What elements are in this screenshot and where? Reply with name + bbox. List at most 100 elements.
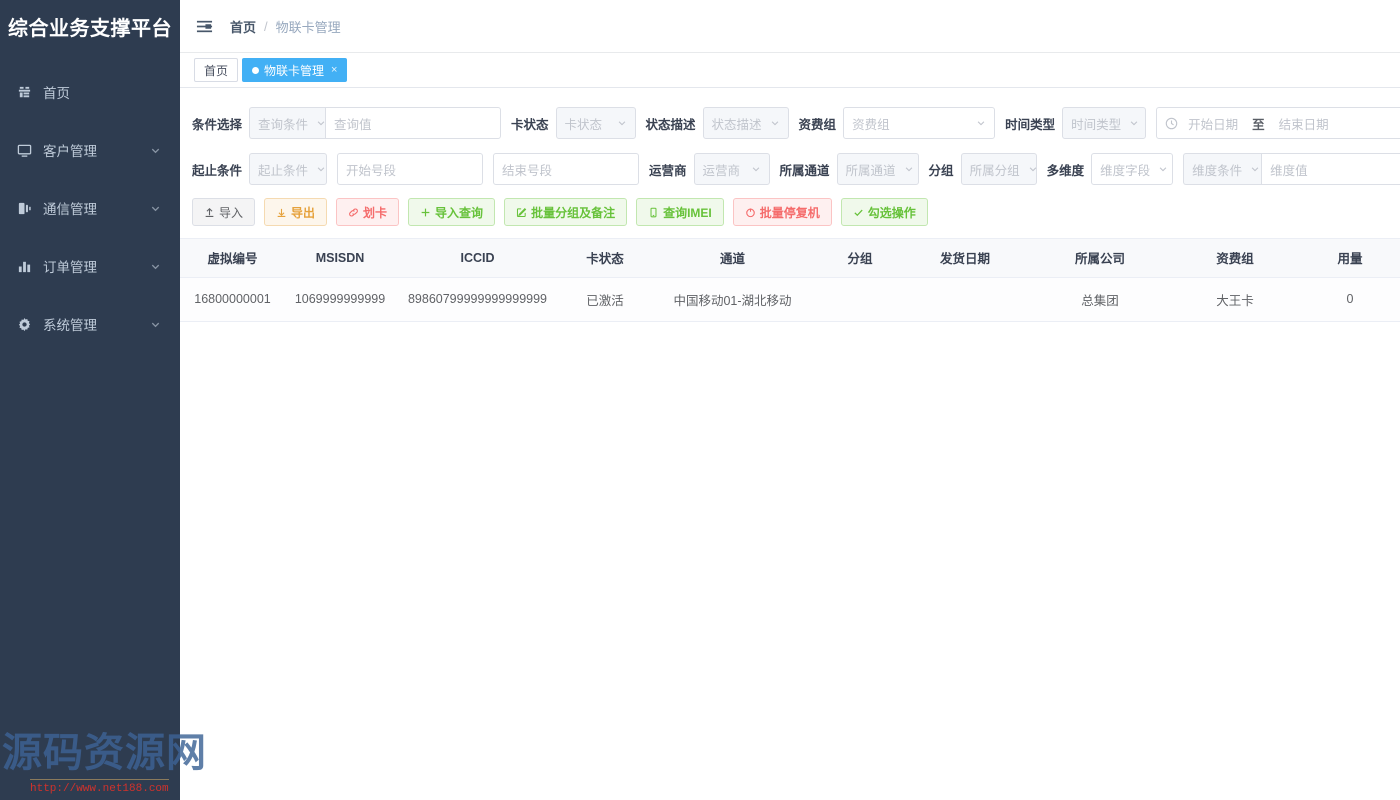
button-label: 导入查询 xyxy=(435,205,484,220)
iot-card-table: 虚拟编号 MSISDN ICCID 卡状态 通道 分组 发货日期 所属公司 资费… xyxy=(180,239,1400,322)
select-dimension-condition[interactable]: 维度条件 xyxy=(1183,153,1262,185)
date-start-placeholder: 开始日期 xyxy=(1188,117,1239,132)
export-button[interactable]: 导出 xyxy=(264,198,328,226)
label-condition-select: 条件选择 xyxy=(192,117,243,132)
select-value: 状态描述 xyxy=(711,117,762,132)
select-value: 所属通道 xyxy=(845,163,896,178)
select-value: 查询条件 xyxy=(258,117,309,132)
chevron-down-icon[interactable] xyxy=(148,143,162,157)
app-root: 综合业务支撑平台 首页 客户管理 通信管理 订单管理 系统管理 源码资源网 ht… xyxy=(0,0,1400,800)
import-button[interactable]: 导入 xyxy=(192,198,256,226)
query-imei-button[interactable]: 查询IMEI xyxy=(636,198,724,226)
sidebar-item-home[interactable]: 首页 xyxy=(0,63,180,121)
select-time-type[interactable]: 时间类型 xyxy=(1062,107,1147,139)
select-value: 起止条件 xyxy=(258,163,309,178)
hamburger-icon[interactable] xyxy=(194,16,214,36)
tab-bar: 首页 物联卡管理 × xyxy=(180,53,1400,88)
table-body: 16800000001 1069999999999 89860799999999… xyxy=(180,277,1400,322)
sidebar-item-label: 客户管理 xyxy=(43,144,97,159)
chevron-down-icon xyxy=(904,164,914,174)
select-value: 时间类型 xyxy=(1071,117,1122,132)
cell-card-status: 已激活 xyxy=(560,277,650,322)
button-label: 批量停复机 xyxy=(759,205,820,220)
button-label: 查询IMEI xyxy=(663,205,712,220)
checked-operation-button[interactable]: 勾选操作 xyxy=(840,198,928,226)
cell-msisdn: 1069999999999 xyxy=(285,277,395,322)
chevron-down-icon[interactable] xyxy=(148,259,162,273)
button-label: 导出 xyxy=(291,205,316,220)
select-group[interactable]: 所属分组 xyxy=(960,153,1037,185)
select-card-status[interactable]: 卡状态 xyxy=(555,107,636,139)
select-value: 卡状态 xyxy=(564,117,603,132)
tab-iot-card-management[interactable]: 物联卡管理 × xyxy=(242,58,348,82)
sidebar-item-customer[interactable]: 客户管理 xyxy=(0,121,180,179)
clock-icon xyxy=(1165,117,1178,130)
select-value: 维度条件 xyxy=(1192,163,1243,178)
filter-panel: 条件选择 查询条件 查询值 卡状态 卡状态 状态描述 状态描述 资费组 资费组 … xyxy=(180,88,1400,238)
select-value: 资费组 xyxy=(852,117,890,132)
batch-suspend-resume-button[interactable]: 批量停复机 xyxy=(732,198,832,226)
label-card-status: 卡状态 xyxy=(511,117,549,132)
input-start-segment[interactable]: 开始号段 xyxy=(337,153,484,185)
column-header-channel: 通道 xyxy=(650,239,815,278)
input-dimension-value[interactable]: 维度值 xyxy=(1261,153,1400,185)
table-head: 虚拟编号 MSISDN ICCID 卡状态 通道 分组 发货日期 所属公司 资费… xyxy=(180,239,1400,278)
sidebar-item-system[interactable]: 系统管理 xyxy=(0,295,180,353)
chevron-down-icon xyxy=(751,164,761,174)
breadcrumb-home[interactable]: 首页 xyxy=(230,17,256,36)
label-time-type: 时间类型 xyxy=(1005,117,1056,132)
assign-card-button[interactable]: 划卡 xyxy=(336,198,400,226)
select-query-condition[interactable]: 查询条件 xyxy=(249,107,326,139)
plus-icon xyxy=(420,207,431,218)
link-icon xyxy=(348,207,359,218)
close-icon[interactable]: × xyxy=(331,64,337,76)
chart-bar-icon xyxy=(14,256,34,276)
edit-icon xyxy=(516,207,527,218)
cell-company: 总集团 xyxy=(1025,277,1175,322)
label-status-description: 状态描述 xyxy=(645,117,696,132)
tab-label: 首页 xyxy=(204,63,229,78)
select-channel[interactable]: 所属通道 xyxy=(836,153,919,185)
chevron-down-icon[interactable] xyxy=(148,317,162,331)
chevron-down-icon xyxy=(1250,164,1260,174)
breadcrumb-separator: / xyxy=(264,18,268,34)
input-query-value[interactable]: 查询值 xyxy=(325,107,502,139)
sidebar-item-communication[interactable]: 通信管理 xyxy=(0,179,180,237)
input-placeholder: 结束号段 xyxy=(502,163,553,178)
data-table-container: 虚拟编号 MSISDN ICCID 卡状态 通道 分组 发货日期 所属公司 资费… xyxy=(180,238,1400,800)
date-range-separator: 至 xyxy=(1252,117,1265,132)
chevron-down-icon xyxy=(1158,164,1168,174)
select-tariff-group[interactable]: 资费组 xyxy=(843,107,996,139)
column-header-card-status: 卡状态 xyxy=(560,239,650,278)
date-range-picker[interactable]: 开始日期 至 结束日期 xyxy=(1156,107,1400,139)
select-operator[interactable]: 运营商 xyxy=(693,153,770,185)
button-label: 划卡 xyxy=(363,205,388,220)
label-range-condition: 起止条件 xyxy=(192,163,243,178)
input-end-segment[interactable]: 结束号段 xyxy=(493,153,640,185)
tab-home[interactable]: 首页 xyxy=(194,58,239,82)
sidebar-nav: 首页 客户管理 通信管理 订单管理 系统管理 xyxy=(0,53,180,353)
column-header-tariff-group: 资费组 xyxy=(1175,239,1295,278)
power-icon xyxy=(745,207,756,218)
cell-ship-date xyxy=(905,277,1025,322)
chevron-down-icon xyxy=(617,118,627,128)
table-row[interactable]: 16800000001 1069999999999 89860799999999… xyxy=(180,277,1400,322)
label-group: 分组 xyxy=(928,163,954,178)
batch-group-remark-button[interactable]: 批量分组及备注 xyxy=(504,198,628,226)
mobile-icon xyxy=(648,207,659,218)
label-operator: 运营商 xyxy=(649,163,687,178)
select-range-condition[interactable]: 起止条件 xyxy=(249,153,328,185)
column-header-usage: 用量 xyxy=(1295,239,1400,278)
select-dimension-field[interactable]: 维度字段 xyxy=(1091,153,1174,185)
customer-icon xyxy=(14,140,34,160)
import-query-button[interactable]: 导入查询 xyxy=(408,198,496,226)
chevron-down-icon[interactable] xyxy=(148,201,162,215)
cell-virtual-id[interactable]: 16800000001 xyxy=(180,277,285,322)
upload-icon xyxy=(204,207,215,218)
table-header-row: 虚拟编号 MSISDN ICCID 卡状态 通道 分组 发货日期 所属公司 资费… xyxy=(180,239,1400,278)
cell-channel: 中国移动01-湖北移动 xyxy=(650,277,815,322)
sidebar-item-order[interactable]: 订单管理 xyxy=(0,237,180,295)
dashboard-icon xyxy=(14,82,34,102)
button-label: 导入 xyxy=(219,205,244,220)
select-status-description[interactable]: 状态描述 xyxy=(702,107,789,139)
